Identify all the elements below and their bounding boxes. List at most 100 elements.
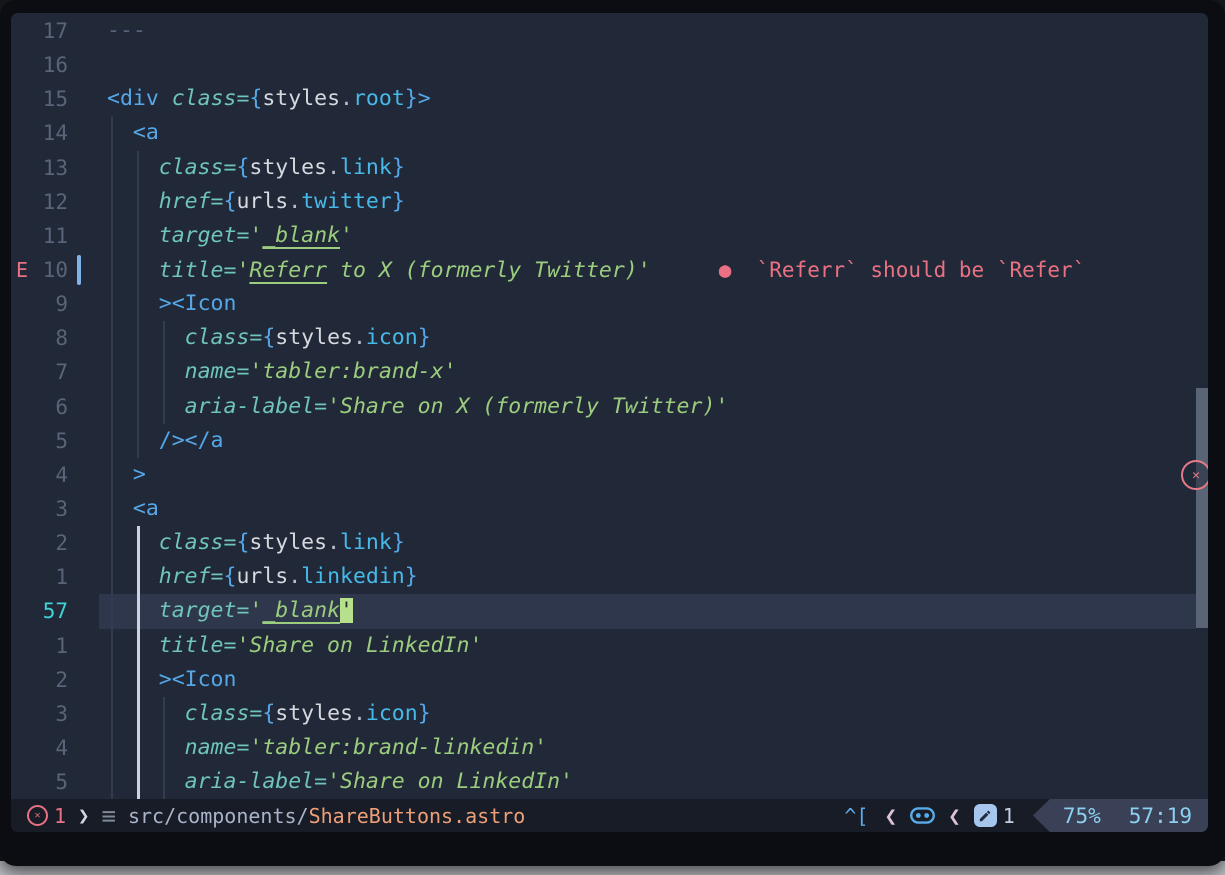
code-text: class={styles.link}	[107, 526, 405, 560]
code-text: title='Share on LinkedIn'	[107, 629, 482, 663]
line-number: 2	[11, 526, 68, 560]
line-number: 1	[11, 629, 68, 663]
code-text: class={styles.icon}	[107, 321, 431, 355]
code-line[interactable]: 8 class={styles.icon}	[11, 321, 1208, 355]
scrollbar-thumb[interactable]	[1196, 388, 1208, 628]
file-path: src/components/ShareButtons.astro	[128, 804, 525, 828]
line-number: 57	[11, 594, 68, 628]
line-number: 6	[11, 390, 68, 424]
code-line[interactable]: 16	[11, 48, 1208, 82]
error-marker-icon[interactable]: ✕	[1181, 460, 1208, 490]
line-number: 2	[11, 663, 68, 697]
cursor-position: 57:19	[1129, 804, 1192, 828]
editor-window: 17---1615<div class={styles.root}>14 <a1…	[0, 0, 1225, 866]
diagnostics-error-indicator[interactable]: ✕ 1	[27, 804, 66, 828]
code-text: target='_blank'	[107, 219, 353, 253]
indent-guide	[163, 321, 165, 423]
code-line[interactable]: 57 target='_blank'	[11, 594, 1208, 628]
code-line[interactable]: 4 name='tabler:brand-linkedin'	[11, 731, 1208, 765]
text-cursor: '	[340, 598, 353, 623]
line-number: 1	[11, 560, 68, 594]
file-directory: src/components/	[128, 804, 309, 828]
line-number: 13	[11, 151, 68, 185]
separator-chevron-icon: ❮	[948, 804, 961, 828]
code-text: name='tabler:brand-x'	[107, 355, 457, 389]
code-line[interactable]: 7 name='tabler:brand-x'	[11, 355, 1208, 389]
line-number: 12	[11, 185, 68, 219]
position-segment: 75% 57:19	[1033, 799, 1208, 832]
code-line[interactable]: 15 <div class={styles.root}>	[11, 82, 1208, 116]
code-line[interactable]: 1 title='Share on LinkedIn'	[11, 629, 1208, 663]
status-bar: ✕ 1 ❯ ≡ src/components/ShareButtons.astr…	[11, 799, 1208, 832]
line-number: 3	[11, 697, 68, 731]
buffer-list-icon[interactable]: ≡	[102, 804, 116, 828]
line-number: 8	[11, 321, 68, 355]
code-text: aria-label='Share on X (formerly Twitter…	[107, 390, 728, 424]
indent-guide	[137, 151, 139, 458]
indent-guide	[163, 697, 165, 799]
code-line[interactable]: 12 href={urls.twitter}	[11, 185, 1208, 219]
code-line[interactable]: 9 ><Icon	[11, 287, 1208, 321]
scope-indent-guide	[137, 526, 140, 799]
inline-diagnostic: ● `Referr` should be `Refer`	[719, 258, 1086, 282]
code-text: target='_blank'	[107, 594, 353, 628]
copilot-icon[interactable]	[910, 805, 935, 826]
line-number: 3	[11, 492, 68, 526]
code-editor: 17---1615<div class={styles.root}>14 <a1…	[11, 13, 1208, 832]
line-number: 15	[11, 82, 68, 116]
code-text: ---	[107, 14, 146, 48]
line-number: 4	[11, 731, 68, 765]
code-line[interactable]: 3 <a	[11, 492, 1208, 526]
code-text: title='Referr to X (formerly Twitter)'● …	[107, 253, 1085, 288]
code-text: href={urls.twitter}	[107, 185, 405, 219]
code-text: <div class={styles.root}>	[107, 82, 431, 116]
line-number: 14	[11, 116, 68, 150]
file-name: ShareButtons.astro	[309, 804, 526, 828]
code-line[interactable]: 11 target='_blank'	[11, 219, 1208, 253]
line-number: 9	[11, 287, 68, 321]
code-line[interactable]: 6 aria-label='Share on X (formerly Twitt…	[11, 390, 1208, 424]
code-text: ><Icon	[107, 663, 236, 697]
code-line[interactable]: 5 aria-label='Share on LinkedIn'	[11, 765, 1208, 799]
code-line[interactable]: 14 <a	[11, 116, 1208, 150]
code-line[interactable]: 2 class={styles.link}	[11, 526, 1208, 560]
code-line[interactable]: 13 class={styles.link}	[11, 151, 1208, 185]
code-text: <a	[107, 116, 159, 150]
error-count: 1	[54, 804, 66, 828]
code-line[interactable]: E10 title='Referr to X (formerly Twitter…	[11, 253, 1208, 287]
pending-key-indicator: ^[	[844, 804, 868, 828]
code-text: ><Icon	[107, 287, 236, 321]
status-bar-left: ✕ 1 ❯ ≡ src/components/ShareButtons.astr…	[11, 804, 525, 828]
code-area[interactable]: 17---1615<div class={styles.root}>14 <a1…	[11, 14, 1208, 799]
line-number: 10	[11, 253, 68, 287]
code-line[interactable]: 2 ><Icon	[11, 663, 1208, 697]
code-line[interactable]: 17 ---	[11, 14, 1208, 48]
prompt-chevron-icon: ❯	[78, 805, 89, 827]
edit-count: 1	[1003, 804, 1015, 828]
line-number: 5	[11, 424, 68, 458]
line-number: 11	[11, 219, 68, 253]
separator-chevron-icon: ❮	[884, 804, 897, 828]
scroll-percent: 75%	[1063, 804, 1101, 828]
code-text: class={styles.link}	[107, 151, 405, 185]
indent-guide	[111, 116, 113, 799]
change-indicator-bar	[77, 255, 81, 285]
code-text: aria-label='Share on LinkedIn'	[107, 765, 573, 799]
code-text: /></a	[107, 424, 224, 458]
code-text: href={urls.linkedin}	[107, 560, 418, 594]
error-circle-icon: ✕	[27, 805, 48, 826]
code-line[interactable]: 1 href={urls.linkedin}	[11, 560, 1208, 594]
line-number: 16	[11, 48, 68, 82]
line-number: 7	[11, 355, 68, 389]
code-text: name='tabler:brand-linkedin'	[107, 731, 547, 765]
code-line[interactable]: 4 >	[11, 458, 1208, 492]
line-number: 17	[11, 14, 68, 48]
status-bar-right: ^[ ❮ ❮ 1 75% 57	[844, 799, 1208, 832]
pencil-edit-icon[interactable]	[974, 804, 997, 827]
line-number: 4	[11, 458, 68, 492]
line-number: 5	[11, 765, 68, 799]
code-text: <a	[107, 492, 159, 526]
code-line[interactable]: 5 /></a	[11, 424, 1208, 458]
code-line[interactable]: 3 class={styles.icon}	[11, 697, 1208, 731]
code-text: class={styles.icon}	[107, 697, 431, 731]
